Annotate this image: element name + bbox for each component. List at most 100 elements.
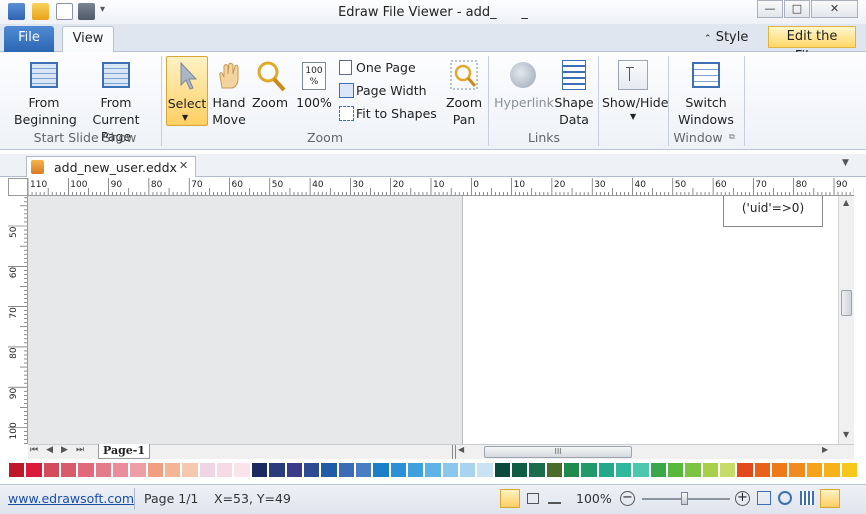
color-swatch[interactable]	[198, 462, 217, 478]
color-swatch[interactable]	[320, 462, 338, 478]
color-swatch[interactable]	[840, 462, 858, 478]
scroll-left-icon[interactable]: ◀	[458, 445, 464, 454]
zoom-pan-button[interactable]: Zoom Pan	[444, 56, 484, 130]
color-swatch[interactable]	[146, 462, 165, 478]
dialog-launcher-icon[interactable]: ⧉	[729, 132, 735, 142]
color-swatch[interactable]	[424, 462, 442, 478]
color-swatch[interactable]	[372, 462, 390, 478]
maximize-button[interactable]: □	[784, 0, 810, 18]
color-swatch[interactable]	[458, 462, 477, 478]
color-swatch[interactable]	[510, 462, 529, 478]
color-swatch[interactable]	[42, 462, 61, 478]
color-swatch[interactable]	[563, 462, 581, 478]
zoom-100-button[interactable]: 100% 100%	[294, 56, 334, 130]
color-swatch[interactable]	[181, 462, 199, 478]
zoom-in-icon[interactable]: +	[735, 491, 750, 506]
color-swatch[interactable]	[285, 462, 303, 478]
color-swatch[interactable]	[112, 462, 130, 478]
grid-view-icon[interactable]	[800, 491, 814, 505]
color-swatch[interactable]	[94, 462, 113, 478]
fit-page-icon[interactable]	[757, 491, 771, 505]
edit-file-button[interactable]: Edit the File...	[768, 26, 856, 64]
color-swatch[interactable]	[667, 462, 685, 478]
close-button[interactable]: ✕	[811, 0, 858, 18]
one-page-button[interactable]: One Page	[337, 58, 447, 78]
splitter[interactable]	[452, 445, 456, 459]
color-swatch[interactable]	[129, 462, 147, 478]
color-swatch[interactable]	[476, 462, 494, 478]
scroll-up-icon[interactable]: ▲	[843, 198, 849, 207]
color-swatch[interactable]	[545, 462, 563, 478]
color-swatch[interactable]	[580, 462, 598, 478]
color-swatch[interactable]	[233, 462, 251, 478]
color-swatch[interactable]	[823, 462, 841, 478]
page-tab[interactable]: Page-1	[98, 444, 150, 459]
normal-view-icon[interactable]	[500, 489, 520, 508]
canvas-background[interactable]	[28, 196, 462, 444]
from-current-page-button[interactable]: From Current Page	[76, 56, 156, 144]
color-swatch[interactable]	[684, 462, 702, 478]
hand-move-button[interactable]: Hand Move	[210, 56, 248, 130]
outline-view-icon[interactable]	[527, 493, 539, 504]
horizontal-scroll-thumb[interactable]: III	[484, 446, 632, 458]
shape-data-button[interactable]: Shape Data	[554, 56, 594, 130]
full-screen-icon[interactable]	[820, 489, 840, 508]
color-swatch[interactable]	[8, 462, 26, 478]
drawing-page[interactable]	[462, 196, 838, 444]
zoom-button[interactable]: Zoom	[250, 56, 290, 130]
color-swatch[interactable]	[597, 462, 616, 478]
tab-view[interactable]: View	[62, 26, 114, 53]
hyperlink-button[interactable]: Hyperlink	[494, 56, 554, 130]
page-nav-arrows-icon[interactable]: ⏮◀▶⏭	[30, 445, 92, 455]
color-swatch[interactable]	[25, 462, 43, 478]
page-width-button[interactable]: Page Width	[337, 81, 447, 101]
percent-page-icon: 100%	[302, 62, 326, 90]
color-swatch[interactable]	[216, 462, 234, 478]
color-swatch[interactable]	[406, 462, 425, 478]
color-swatch[interactable]	[389, 462, 407, 478]
color-swatch[interactable]	[60, 462, 78, 478]
diagram-shape[interactable]: ('uid'=>0)	[723, 196, 823, 227]
style-menu[interactable]: ⌃ Style	[704, 30, 748, 45]
color-swatch[interactable]	[77, 462, 95, 478]
website-link[interactable]: www.edrawsoft.com	[8, 491, 134, 506]
show-hide-button[interactable]: Show/Hide ▼	[602, 56, 668, 130]
color-swatch[interactable]	[771, 462, 789, 478]
color-swatch[interactable]	[164, 462, 182, 478]
color-swatch[interactable]	[788, 462, 806, 478]
color-swatch[interactable]	[632, 462, 650, 478]
color-swatch[interactable]	[268, 462, 286, 478]
close-tab-icon[interactable]: ✕	[179, 159, 188, 172]
document-tab[interactable]: add_new_user.eddx ✕	[26, 156, 196, 177]
color-swatch[interactable]	[753, 462, 772, 478]
zoom-slider-thumb[interactable]	[681, 492, 688, 505]
color-swatch[interactable]	[528, 462, 546, 478]
select-tool-button[interactable]: Select ▼	[166, 56, 208, 126]
scroll-right-icon[interactable]: ▶	[822, 445, 828, 454]
color-swatch[interactable]	[805, 462, 824, 478]
vertical-scrollbar[interactable]: ▲ ▼	[838, 196, 854, 444]
tab-list-dropdown-icon[interactable]: ▼	[842, 158, 849, 168]
scroll-down-icon[interactable]: ▼	[843, 430, 849, 439]
divider	[598, 56, 599, 146]
color-swatch[interactable]	[649, 462, 668, 478]
color-swatch[interactable]	[354, 462, 373, 478]
color-swatch[interactable]	[250, 462, 269, 478]
fit-to-shapes-button[interactable]: Fit to Shapes	[337, 104, 447, 124]
zoom-out-icon[interactable]: −	[620, 491, 635, 506]
minimize-button[interactable]: —	[757, 0, 783, 18]
color-swatch[interactable]	[615, 462, 633, 478]
color-swatch[interactable]	[337, 462, 355, 478]
tab-file[interactable]: File	[4, 26, 54, 52]
switch-windows-button[interactable]: Switch Windows	[672, 56, 740, 130]
color-swatch[interactable]	[493, 462, 511, 478]
color-swatch[interactable]	[719, 462, 737, 478]
from-beginning-button[interactable]: From Beginning	[14, 56, 77, 130]
vertical-scroll-thumb[interactable]	[841, 290, 852, 316]
color-swatch[interactable]	[302, 462, 321, 478]
color-swatch[interactable]	[701, 462, 720, 478]
presentation-view-icon[interactable]	[548, 493, 561, 504]
color-swatch[interactable]	[736, 462, 754, 478]
zoom-search-icon[interactable]	[778, 491, 792, 505]
color-swatch[interactable]	[441, 462, 459, 478]
